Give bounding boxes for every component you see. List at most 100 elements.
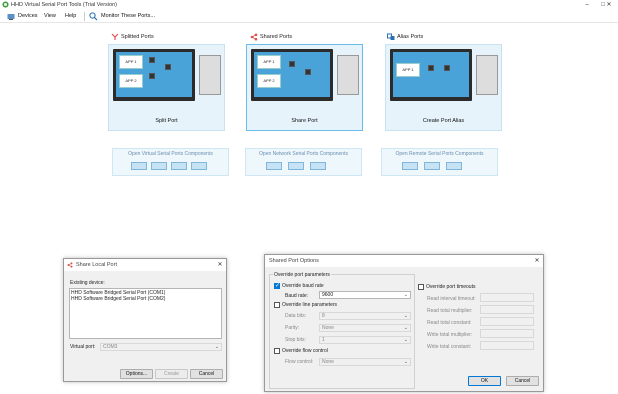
device-list[interactable]: HHD Software Bridged Serial Port (COM1) … — [69, 288, 222, 339]
create-button[interactable]: Create — [155, 369, 188, 379]
write-multiplier-input[interactable] — [480, 329, 534, 338]
port-chip — [165, 64, 171, 70]
app2-box: APP 2 — [257, 74, 281, 88]
read-constant-label: Read total constant: — [427, 320, 472, 326]
remote-components-tile[interactable]: Open Remote Serial Ports Components — [381, 148, 498, 176]
parity-value: None — [322, 325, 334, 331]
virtual-components-tile[interactable]: Open Virtual Serial Ports Components — [112, 148, 229, 176]
app2-box: APP 2 — [119, 74, 143, 88]
app1-box: APP 1 — [119, 55, 143, 69]
data-bits-label: Data bits: — [285, 313, 307, 319]
flow-control-label: Flow control: — [285, 359, 314, 365]
baud-rate-select[interactable]: 9600 ⌄ — [319, 291, 411, 299]
component-icon — [171, 162, 187, 170]
feature-title-shared: Shared Ports — [260, 34, 293, 40]
title-bar: HHD Virtual Serial Port Tools (Trial Ver… — [0, 0, 618, 11]
read-multiplier-label: Read total multiplier: — [427, 308, 473, 314]
devices-icon — [7, 14, 15, 20]
parity-label: Parity: — [285, 325, 300, 331]
close-icon[interactable]: ✕ — [214, 259, 226, 271]
remote-components-label: Open Remote Serial Ports Components — [395, 151, 484, 157]
stop-bits-label: Stop bits: — [285, 337, 306, 343]
network-components-tile[interactable]: Open Network Serial Ports Components — [245, 148, 362, 176]
component-icon — [402, 162, 418, 170]
window-title: HHD Virtual Serial Port Tools (Trial Ver… — [11, 2, 117, 8]
override-line-checkbox[interactable] — [274, 302, 280, 308]
cancel-button[interactable]: Cancel — [506, 376, 539, 386]
data-bits-select[interactable]: 8 ⌄ — [319, 312, 411, 320]
chevron-down-icon: ⌄ — [403, 325, 408, 331]
read-interval-input[interactable] — [480, 293, 534, 302]
app1-box: APP 1 — [257, 55, 281, 69]
existing-device-label: Existing device: — [70, 280, 105, 286]
tower-illustration — [199, 55, 221, 95]
component-icon — [288, 162, 304, 170]
share-port-tile[interactable]: APP 1 APP 2 Share Port — [246, 44, 363, 131]
share-port-label: Share Port — [291, 118, 318, 124]
split-port-tile[interactable]: APP 1 APP 2 Split Port — [108, 44, 225, 131]
options-button[interactable]: Options... — [120, 369, 153, 379]
cancel-button[interactable]: Cancel — [190, 369, 223, 379]
list-item[interactable]: HHD Software Bridged Serial Port (COM2) — [71, 296, 165, 302]
read-interval-label: Read interval timeout: — [427, 296, 476, 302]
ok-button[interactable]: OK — [468, 376, 501, 386]
parity-select[interactable]: None ⌄ — [319, 324, 411, 332]
stop-bits-select[interactable]: 1 ⌄ — [319, 336, 411, 344]
component-icon — [446, 162, 462, 170]
dialog-title: Shared Port Options — [265, 255, 543, 267]
write-constant-label: Write total constant: — [427, 344, 472, 350]
menu-separator — [84, 12, 85, 21]
component-icon — [191, 162, 207, 170]
create-alias-label: Create Port Alias — [422, 118, 465, 124]
app1-box: APP 1 — [396, 63, 420, 77]
chevron-down-icon: ⌄ — [403, 292, 408, 298]
menu-devices[interactable]: Devices — [18, 13, 38, 19]
component-icon — [131, 162, 147, 170]
menu-help[interactable]: Help — [65, 13, 76, 19]
port-chip — [289, 61, 295, 67]
override-baud-label: Override baud rate — [282, 283, 324, 289]
read-multiplier-input[interactable] — [480, 305, 534, 314]
split-icon — [111, 33, 119, 40]
virtual-components-label: Open Virtual Serial Ports Components — [128, 151, 213, 157]
share-icon — [250, 33, 258, 41]
stop-bits-value: 1 — [322, 337, 325, 343]
override-timeouts-checkbox[interactable] — [418, 284, 424, 290]
override-baud-checkbox[interactable] — [274, 282, 280, 289]
chevron-down-icon: ⌄ — [403, 313, 408, 319]
feature-title-splitted: Splitted Ports — [121, 34, 154, 40]
close-window-button[interactable]: ✕ — [600, 0, 618, 10]
data-bits-value: 8 — [322, 313, 325, 319]
flow-control-select[interactable]: None ⌄ — [319, 358, 411, 366]
baud-rate-value: 9600 — [322, 292, 334, 298]
menu-monitor-ports[interactable]: Monitor These Ports... — [101, 13, 155, 19]
override-timeouts-label: Override port timeouts — [426, 284, 476, 290]
alias-icon — [387, 33, 395, 40]
component-icon — [424, 162, 440, 170]
dialog-title: Share Local Port — [76, 262, 117, 268]
chevron-down-icon: ⌄ — [214, 344, 219, 350]
virtual-port-value: COM3 — [103, 344, 118, 350]
write-multiplier-label: Write total multiplier: — [427, 332, 473, 338]
share-local-port-dialog: Share Local Port ✕ Existing device: HHD … — [63, 258, 227, 382]
flow-control-value: None — [322, 359, 334, 365]
network-components-label: Open Network Serial Ports Components — [259, 151, 348, 157]
app-icon — [2, 1, 9, 8]
create-alias-tile[interactable]: APP 1 Create Port Alias — [385, 44, 502, 131]
virtual-port-label: Virtual port: — [70, 344, 96, 350]
override-flow-checkbox[interactable] — [274, 348, 280, 354]
virtual-port-select[interactable]: COM3 ⌄ — [100, 343, 222, 351]
shared-port-options-dialog: Shared Port Options ✕ Override port para… — [264, 254, 544, 392]
port-chip — [305, 69, 311, 75]
close-icon[interactable]: ✕ — [531, 255, 543, 267]
tower-illustration — [476, 55, 498, 95]
baud-rate-label: Baud rate: — [285, 293, 309, 299]
read-constant-input[interactable] — [480, 317, 534, 326]
menu-view[interactable]: View — [44, 13, 56, 19]
feature-title-alias: Alias Ports — [397, 34, 424, 40]
menu-bar: Devices View Help Monitor These Ports... — [0, 11, 618, 23]
dialog-titlebar: Share Local Port — [64, 259, 226, 271]
write-constant-input[interactable] — [480, 341, 534, 350]
share-icon — [67, 262, 73, 268]
chevron-down-icon: ⌄ — [403, 337, 408, 343]
